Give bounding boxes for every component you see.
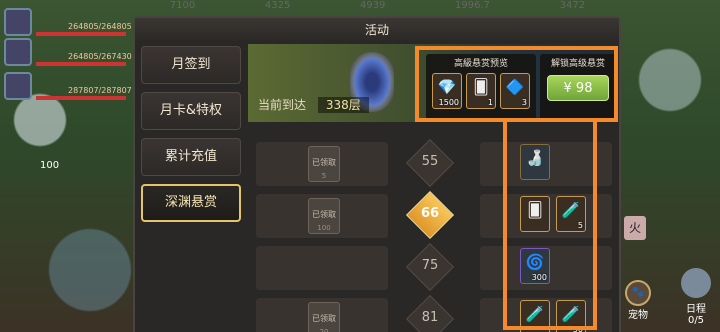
pet-label: 宠物 — [628, 310, 648, 321]
reward-row: 已领取 20 81 🧪 🧪 50 — [248, 294, 618, 332]
level-number: 81 — [421, 310, 439, 325]
reward-item[interactable]: 🂠 — [520, 196, 550, 232]
claimed-count: 100 — [317, 224, 331, 232]
daily-label: 日程 — [686, 304, 706, 315]
unit-level: 100 — [40, 160, 60, 171]
free-reward-cell: 已领取 20 — [256, 298, 388, 332]
diamond-icon: 💎 — [437, 78, 457, 96]
purple-potion-icon: 🧪 — [525, 305, 545, 323]
item-count: 3 — [521, 98, 527, 107]
reward-row: 75 🌀 300 — [248, 242, 618, 294]
claimed-label: 已领取 — [312, 314, 336, 323]
top-resource-bar: 7100 4325 4939 1996.7 3472 — [135, 0, 620, 14]
reward-item[interactable]: 🧪 5 — [556, 196, 586, 232]
preview-label: 高級悬赏预览 — [453, 59, 508, 69]
level-number: 75 — [421, 258, 439, 273]
reward-rows: 已领取 5 55 🍶 已领取 100 66 🂠 🧪 5 75 🌀 300 已领取… — [248, 138, 618, 332]
fire-tag-button[interactable]: 火 — [624, 216, 646, 240]
party-hp-text: 287807/287807 — [68, 86, 132, 95]
unlock-premium-panel: 解锁高级悬赏 ¥ 98 — [540, 54, 616, 120]
current-floor: 当前到达 338层 — [258, 96, 369, 113]
claimed-label: 已领取 — [312, 158, 336, 167]
reach-value: 338层 — [317, 97, 369, 113]
daily-count: 0/5 — [687, 315, 705, 326]
claimed-item[interactable]: 已领取 100 — [308, 198, 340, 234]
card-icon: 🂠 — [473, 78, 489, 96]
dialog-title: 活动 — [135, 18, 619, 42]
reward-item[interactable]: 💎 1500 — [432, 73, 462, 109]
resource-value: 4325 — [264, 0, 291, 11]
tab-monthly-card[interactable]: 月卡&特权 — [141, 92, 241, 130]
unlock-price-button[interactable]: ¥ 98 — [547, 75, 609, 101]
card-icon: 🂠 — [527, 201, 543, 219]
tab-list: 月签到 月卡&特权 累计充值 深渊悬赏 — [141, 46, 241, 230]
hp-bar — [36, 96, 126, 100]
party-hp-text: 264805/267430 — [68, 52, 132, 61]
claimed-item[interactable]: 已领取 20 — [308, 302, 340, 332]
abyss-banner: 当前到达 338层 高級悬赏预览 💎 1500 🂠 1 🔷 3 解锁高级悬赏 ¥… — [248, 44, 618, 122]
activity-dialog: 活动 月签到 月卡&特权 累计充值 深渊悬赏 当前到达 338层 高級悬赏预览 … — [133, 16, 621, 332]
reward-item[interactable]: 🔷 3 — [500, 73, 530, 109]
party-hp-text: 264805/264805 — [68, 22, 132, 31]
tab-cumulative-recharge[interactable]: 累计充值 — [141, 138, 241, 176]
unlock-label: 解锁高级悬赏 — [550, 59, 605, 69]
resource-value: 3472 — [559, 0, 586, 11]
resource-value: 7100 — [169, 0, 196, 11]
abyss-bounty-panel: 当前到达 338层 高級悬赏预览 💎 1500 🂠 1 🔷 3 解锁高级悬赏 ¥… — [248, 44, 618, 332]
reward-item[interactable]: 🧪 50 — [556, 300, 586, 332]
reward-item[interactable]: 🂠 1 — [466, 73, 496, 109]
claimed-count: 5 — [321, 172, 327, 180]
level-number: 55 — [421, 154, 439, 169]
item-count: 1 — [487, 98, 493, 107]
avatar — [4, 72, 32, 100]
avatar — [4, 38, 32, 66]
pet-button[interactable]: 🐾 宠物 — [622, 280, 654, 321]
reward-row: 已领取 5 55 🍶 — [248, 138, 618, 190]
blue-swirl-icon: 🌀 — [525, 253, 545, 271]
avatar — [4, 8, 32, 36]
free-reward-cell — [256, 246, 388, 290]
hp-bar — [36, 62, 126, 66]
purple-potion-icon: 🧪 — [561, 201, 581, 219]
item-count: 5 — [577, 221, 583, 230]
resource-value: 1996.7 — [455, 0, 491, 11]
free-reward-cell: 已领取 100 — [256, 194, 388, 238]
daily-avatar-icon — [681, 268, 711, 298]
premium-preview: 高級悬赏预览 💎 1500 🂠 1 🔷 3 — [426, 54, 536, 120]
potion-bottle-icon: 🍶 — [525, 149, 545, 167]
claimed-item[interactable]: 已领取 5 — [308, 146, 340, 182]
reward-row: 已领取 100 66 🂠 🧪 5 — [248, 190, 618, 242]
tab-abyss-bounty[interactable]: 深渊悬赏 — [141, 184, 241, 222]
daily-button[interactable]: 日程 0/5 — [676, 262, 716, 328]
party-member[interactable]: 287807/287807 — [0, 70, 135, 112]
reach-label: 当前到达 — [258, 98, 307, 112]
reward-item[interactable]: 🌀 300 — [520, 248, 550, 284]
purple-potion-icon: 🧪 — [561, 305, 581, 323]
resource-value: 4939 — [359, 0, 386, 11]
item-count: 50 — [572, 325, 583, 332]
free-reward-cell: 已领取 5 — [256, 142, 388, 186]
tab-monthly-checkin[interactable]: 月签到 — [141, 46, 241, 84]
level-number: 66 — [420, 206, 440, 221]
crystal-icon: 🔷 — [505, 78, 525, 96]
reward-item[interactable]: 🍶 — [520, 144, 550, 180]
item-count: 300 — [531, 273, 547, 282]
item-count: 1500 — [438, 98, 459, 107]
paw-icon: 🐾 — [625, 280, 651, 306]
claimed-label: 已领取 — [312, 210, 336, 219]
reward-item[interactable]: 🧪 — [520, 300, 550, 332]
claimed-count: 20 — [319, 328, 329, 332]
